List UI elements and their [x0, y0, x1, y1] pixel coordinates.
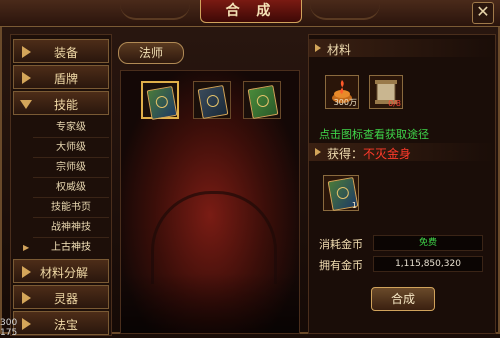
synthesis-panel: 材料 300万 0/8 点击图标查看获取途径 获得：不灭金身 1 消耗金币 免费…	[308, 34, 496, 334]
sidebar-item-shield[interactable]: 盾牌	[13, 65, 109, 89]
skill-book-icon	[247, 84, 279, 120]
divider	[33, 137, 109, 138]
obtain-item-name: 不灭金身	[363, 147, 412, 161]
material-quantity: 300万	[333, 98, 357, 107]
divider	[33, 237, 109, 238]
sub-item-grandmaster[interactable]: 宗师级	[33, 159, 109, 177]
background-ground	[121, 273, 299, 333]
skill-book-slot-3[interactable]	[243, 81, 281, 120]
divider	[33, 197, 109, 198]
sidebar-item-label: 灵器	[54, 292, 79, 306]
sidebar-item-label: 装备	[54, 46, 79, 60]
skill-book-icon	[146, 85, 178, 121]
arrow-right-icon	[22, 72, 31, 84]
background-arch	[151, 191, 277, 284]
skill-book-icon	[197, 84, 229, 120]
synthesize-button[interactable]: 合成	[371, 287, 435, 311]
title-ornament-left	[120, 4, 190, 20]
owned-gold-value: 1,115,850,320	[373, 256, 483, 272]
skill-book-slot-1[interactable]	[141, 81, 179, 121]
sub-item-ancient-skill[interactable]: ▶ 上古神技	[23, 239, 109, 257]
arrow-right-icon	[315, 44, 321, 52]
sub-item-authority[interactable]: 权威级	[33, 179, 109, 197]
class-tab-mage[interactable]: 法师	[118, 42, 184, 64]
obtain-header: 获得：不灭金身	[309, 143, 495, 161]
sub-item-label: 上古神技	[51, 242, 91, 253]
divider	[33, 157, 109, 158]
bullet-icon: ▶	[23, 243, 30, 252]
sidebar-item-magic-treasure[interactable]: 法宝	[13, 311, 109, 335]
arrow-down-icon	[20, 100, 32, 109]
arrow-right-icon	[22, 292, 31, 304]
title-ornament-right	[310, 4, 380, 20]
sub-item-war-god-skill[interactable]: 战神神技	[33, 219, 109, 237]
item-display-panel	[120, 70, 300, 334]
material-quantity: 0/8	[388, 99, 401, 108]
arrow-right-icon	[22, 46, 31, 58]
cost-label: 消耗金币	[319, 238, 363, 251]
divider	[33, 177, 109, 178]
materials-header: 材料	[309, 39, 495, 57]
divider	[33, 217, 109, 218]
sidebar-item-label: 法宝	[54, 318, 79, 332]
source-hint-text: 点击图标查看获取途径	[319, 128, 429, 141]
owned-gold-label: 拥有金币	[319, 259, 363, 272]
sidebar-item-skill[interactable]: 技能	[13, 91, 109, 115]
sidebar-item-spirit-artifact[interactable]: 灵器	[13, 285, 109, 309]
skill-book-slot-2[interactable]	[193, 81, 231, 120]
material-slot-scroll[interactable]: 0/8	[369, 75, 403, 109]
title-bar: 合 成 ✕	[0, 0, 500, 27]
sidebar-item-label: 材料分解	[40, 266, 89, 280]
corner-debug-text: 300 175	[0, 318, 18, 338]
arrow-right-icon	[22, 318, 31, 330]
sidebar-item-label: 技能	[54, 98, 79, 112]
result-item-slot[interactable]: 1	[323, 175, 359, 212]
result-quantity: 1	[351, 201, 357, 210]
obtain-label: 获得：	[327, 147, 364, 161]
dialog-title: 合 成	[200, 0, 302, 23]
arrow-right-icon	[315, 148, 321, 156]
obtain-row: 获得：不灭金身	[327, 145, 411, 162]
category-sidebar: 装备 盾牌 技能 专家级 大师级 宗师级 权威级 技能书页 战神神技 ▶ 上古神…	[10, 34, 112, 336]
sidebar-item-equipment[interactable]: 装备	[13, 39, 109, 63]
cost-value: 免费	[373, 235, 483, 251]
arrow-right-icon	[22, 266, 31, 278]
sidebar-item-label: 盾牌	[54, 72, 79, 86]
close-button[interactable]: ✕	[472, 2, 494, 24]
sub-item-expert[interactable]: 专家级	[33, 119, 109, 137]
sub-item-master[interactable]: 大师级	[33, 139, 109, 157]
material-slot-gold[interactable]: 300万	[325, 75, 359, 109]
sidebar-item-material-decompose[interactable]: 材料分解	[13, 259, 109, 283]
sub-item-skill-page[interactable]: 技能书页	[33, 199, 109, 217]
materials-title: 材料	[327, 43, 352, 57]
